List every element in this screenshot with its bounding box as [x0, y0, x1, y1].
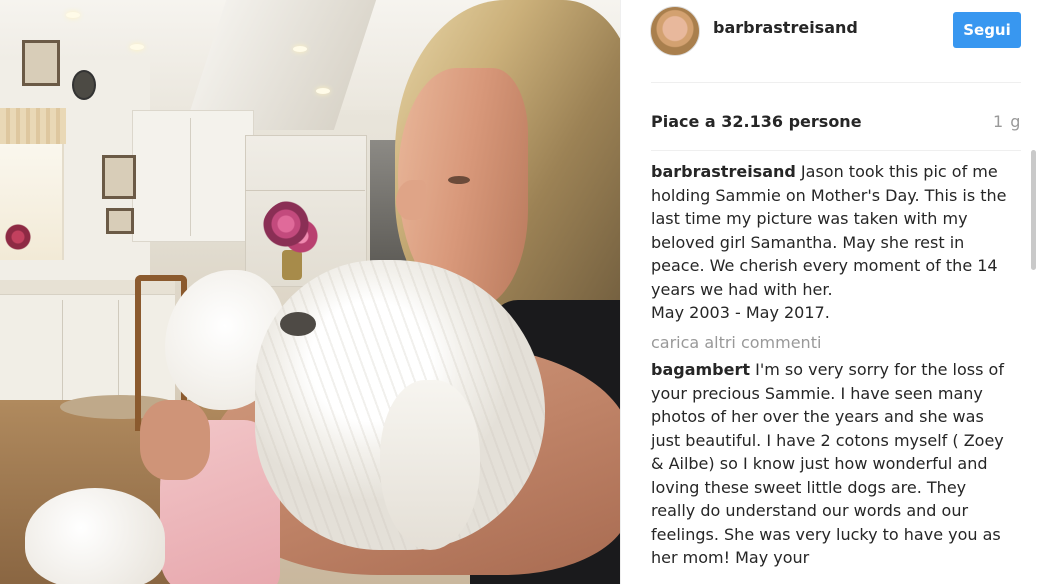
dog-eye — [280, 312, 316, 336]
flowers — [0, 222, 36, 252]
load-more-comments[interactable]: carica altri commenti — [651, 331, 1011, 355]
ceiling-light — [293, 46, 307, 52]
wall-picture — [106, 208, 134, 234]
person-nose — [396, 180, 426, 220]
caption-date: May 2003 - May 2017. — [651, 303, 830, 322]
person-eye — [448, 176, 470, 184]
ceiling-light — [316, 88, 330, 94]
ceiling-light — [130, 44, 144, 50]
scrollbar[interactable] — [1031, 150, 1036, 270]
dog-tail — [380, 380, 480, 550]
fridge-divider — [245, 190, 365, 191]
wall-clock — [72, 70, 96, 100]
comment: bagambert I'm so very sorry for the loss… — [651, 358, 1011, 570]
wall-picture — [102, 155, 136, 199]
avatar[interactable] — [650, 6, 700, 56]
upper-cabinet — [132, 110, 254, 242]
post-time: 1 g — [993, 112, 1022, 131]
person-hand — [140, 400, 210, 480]
divider — [651, 150, 1021, 151]
comment-text: I'm so very sorry for the loss of your p… — [651, 360, 1004, 567]
post-photo[interactable] — [0, 0, 620, 584]
flowers — [262, 200, 322, 260]
comment-username[interactable]: barbrastreisand — [651, 162, 796, 181]
follow-button[interactable]: Segui — [953, 12, 1021, 48]
comment-text: Jason took this pic of me holding Sammie… — [651, 162, 1007, 299]
ceiling-light — [66, 12, 80, 18]
cabinet-divider — [190, 118, 191, 236]
wall-picture — [22, 40, 60, 86]
divider — [651, 82, 1021, 83]
post-username[interactable]: barbrastreisand — [713, 18, 858, 37]
dog-paw — [25, 488, 165, 584]
curtain — [0, 108, 66, 144]
comments-list: barbrastreisand Jason took this pic of m… — [651, 160, 1011, 570]
caption: barbrastreisand Jason took this pic of m… — [651, 160, 1011, 301]
comment-username[interactable]: bagambert — [651, 360, 750, 379]
likes-count[interactable]: Piace a 32.136 persone — [651, 112, 862, 131]
